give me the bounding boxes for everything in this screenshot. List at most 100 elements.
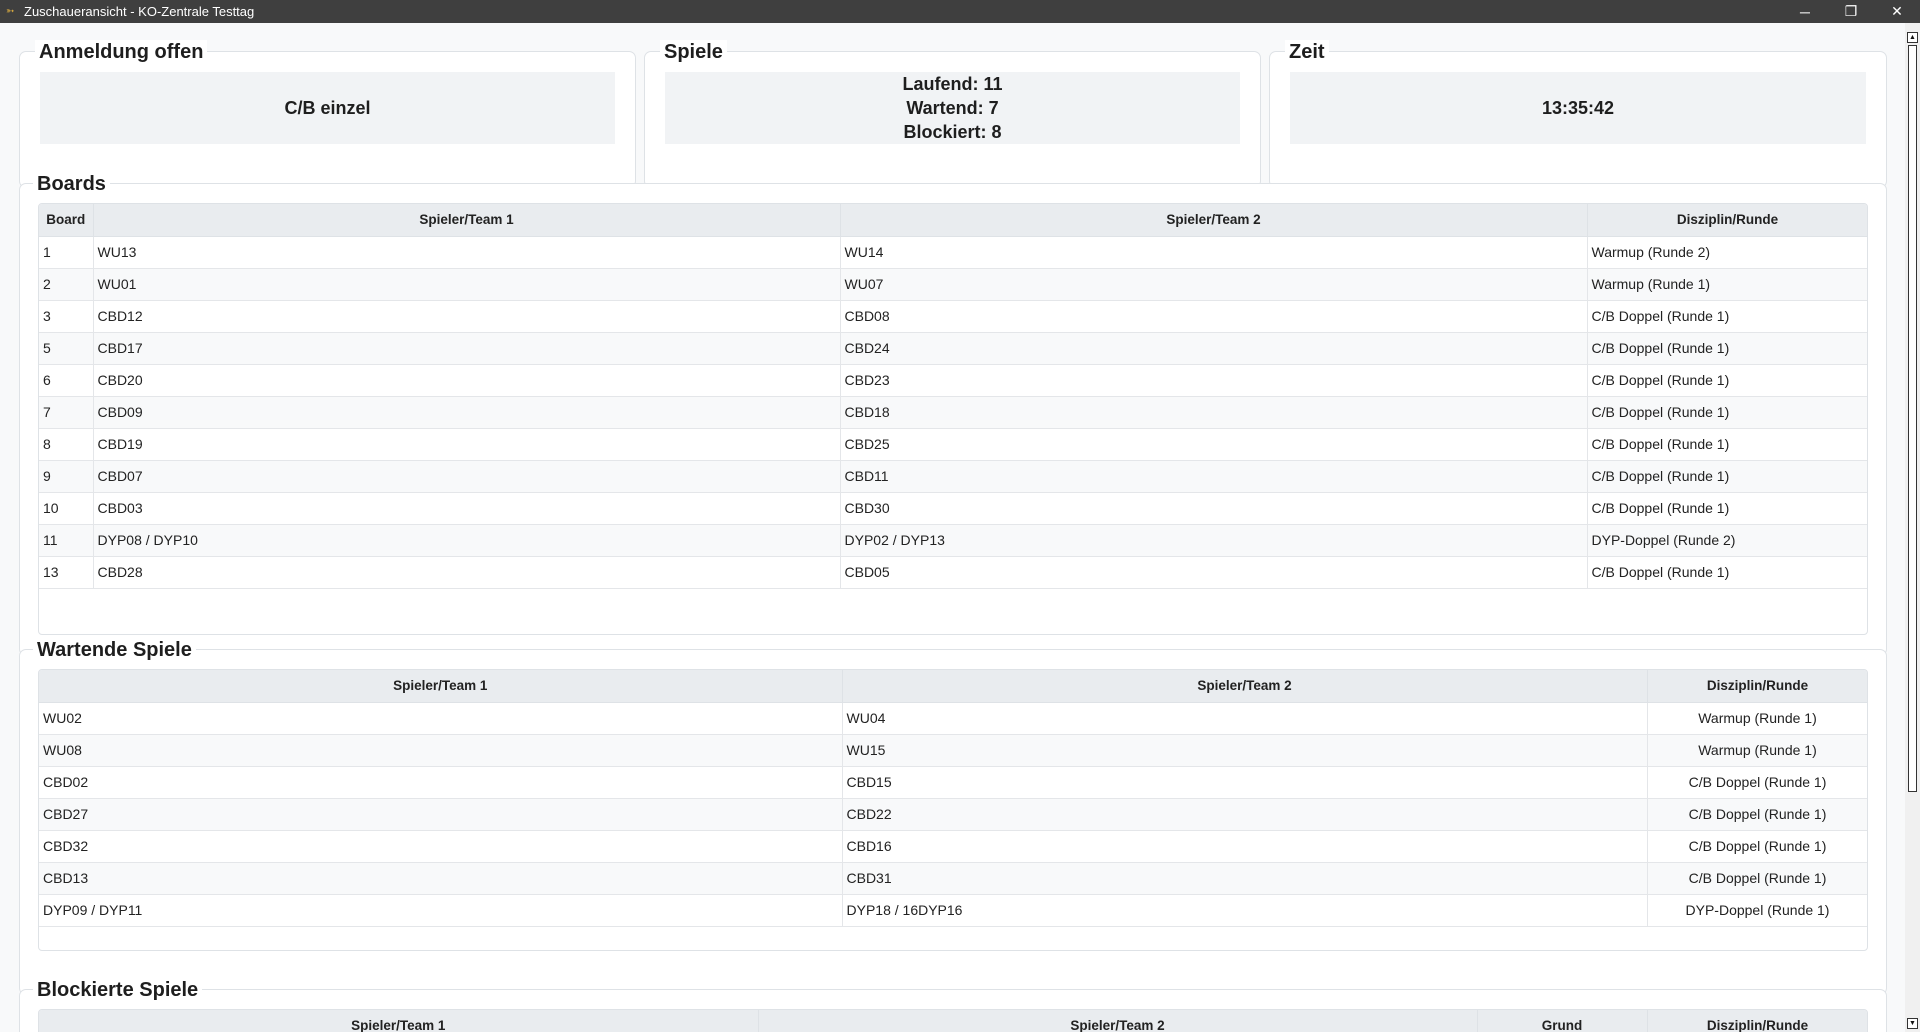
table-row[interactable]: 11 DYP08 / DYP10 DYP02 / DYP13 DYP-Doppel (…	[39, 524, 1867, 557]
table-row[interactable]: CBD13 CBD31 C/B Doppel (Runde 1)	[39, 862, 1867, 895]
table-row[interactable]: WU02 WU04 Warmup (Runde 1)	[39, 702, 1867, 735]
column-header-team2[interactable]: Spieler/Team 2	[842, 670, 1648, 703]
registration-value-box: C/B einzel	[40, 72, 615, 144]
blocked-title: Blockierte Spiele	[33, 978, 203, 1002]
table-cell: 7	[39, 396, 94, 429]
table-cell: CBD32	[39, 830, 843, 863]
table-cell: DYP-Doppel (Runde 1)	[1647, 894, 1867, 927]
table-cell: C/B Doppel (Runde 1)	[1647, 766, 1867, 799]
waiting-panel: Wartende Spiele Spieler/Team 1 Spieler/T…	[19, 638, 1887, 995]
table-cell: CBD16	[842, 830, 1648, 863]
column-header-team2[interactable]: Spieler/Team 2	[840, 204, 1588, 237]
table-row[interactable]: 5 CBD17 CBD24 C/B Doppel (Runde 1)	[39, 332, 1867, 365]
boards-panel: Boards Board Spieler/Team 1 Spieler/Team…	[19, 172, 1887, 656]
table-cell: WU08	[39, 734, 843, 767]
window-controls: ─ ❐ ✕	[1782, 0, 1920, 23]
table-cell: 8	[39, 428, 94, 461]
table-row[interactable]: CBD02 CBD15 C/B Doppel (Runde 1)	[39, 766, 1867, 799]
table-cell: WU01	[93, 268, 841, 301]
waiting-table-body: WU02 WU04 Warmup (Runde 1) WU08 WU15 Warmup (…	[39, 702, 1867, 927]
table-row[interactable]: 2 WU01 WU07 Warmup (Runde 1)	[39, 268, 1867, 301]
vertical-scrollbar[interactable]: ▲ ▼	[1905, 23, 1920, 1032]
table-cell: WU13	[93, 236, 841, 269]
boards-table-wrapper[interactable]: Board Spieler/Team 1 Spieler/Team 2 Disz…	[38, 203, 1868, 635]
table-row[interactable]: 10 CBD03 CBD30 C/B Doppel (Runde 1)	[39, 492, 1867, 525]
table-cell: WU02	[39, 702, 843, 735]
table-cell: 6	[39, 364, 94, 397]
table-row[interactable]: CBD32 CBD16 C/B Doppel (Runde 1)	[39, 830, 1867, 863]
table-cell: CBD11	[840, 460, 1588, 493]
registration-value: C/B einzel	[284, 98, 371, 118]
table-cell: CBD12	[93, 300, 841, 333]
table-cell: 1	[39, 236, 94, 269]
table-cell: CBD08	[840, 300, 1588, 333]
table-cell: CBD03	[93, 492, 841, 525]
blocked-header-row: Spieler/Team 1 Spieler/Team 2 Grund Disz…	[39, 1010, 1867, 1032]
table-row[interactable]: 13 CBD28 CBD05 C/B Doppel (Runde 1)	[39, 556, 1867, 589]
games-waiting: Wartend: 7	[906, 98, 999, 118]
table-row[interactable]: 6 CBD20 CBD23 C/B Doppel (Runde 1)	[39, 364, 1867, 397]
table-cell: WU07	[840, 268, 1588, 301]
table-cell: CBD28	[93, 556, 841, 589]
title-bar: ➳ Zuschaueransicht - KO-Zentrale Testtag…	[0, 0, 1920, 23]
close-button[interactable]: ✕	[1874, 0, 1920, 23]
table-row[interactable]: 8 CBD19 CBD25 C/B Doppel (Runde 1)	[39, 428, 1867, 461]
table-row[interactable]: 3 CBD12 CBD08 C/B Doppel (Runde 1)	[39, 300, 1867, 333]
window-title: Zuschaueransicht - KO-Zentrale Testtag	[24, 4, 255, 19]
scroll-thumb[interactable]	[1908, 45, 1917, 792]
table-cell: Warmup (Runde 1)	[1587, 268, 1867, 301]
minimize-button[interactable]: ─	[1782, 0, 1828, 23]
waiting-title: Wartende Spiele	[33, 638, 196, 662]
app-icon: ➳	[6, 5, 15, 17]
column-header-discipline[interactable]: Disziplin/Runde	[1647, 670, 1867, 703]
registration-panel: Anmeldung offen C/B einzel	[19, 40, 636, 188]
table-row[interactable]: CBD27 CBD22 C/B Doppel (Runde 1)	[39, 798, 1867, 831]
table-row[interactable]: 9 CBD07 CBD11 C/B Doppel (Runde 1)	[39, 460, 1867, 493]
table-cell: WU04	[842, 702, 1648, 735]
table-cell: CBD18	[840, 396, 1588, 429]
time-title: Zeit	[1285, 40, 1329, 64]
blocked-table-wrapper[interactable]: Spieler/Team 1 Spieler/Team 2 Grund Disz…	[38, 1009, 1868, 1032]
clock-box: 13:35:42	[1290, 72, 1866, 144]
table-cell: CBD07	[93, 460, 841, 493]
column-header-discipline[interactable]: Disziplin/Runde	[1647, 1010, 1867, 1032]
waiting-table: Spieler/Team 1 Spieler/Team 2 Disziplin/…	[39, 670, 1867, 927]
table-cell: C/B Doppel (Runde 1)	[1587, 396, 1867, 429]
table-cell: 2	[39, 268, 94, 301]
table-cell: C/B Doppel (Runde 1)	[1647, 862, 1867, 895]
table-cell: 5	[39, 332, 94, 365]
column-header-team2[interactable]: Spieler/Team 2	[758, 1010, 1478, 1032]
table-cell: C/B Doppel (Runde 1)	[1587, 556, 1867, 589]
boards-title: Boards	[33, 172, 110, 196]
table-cell: DYP-Doppel (Runde 2)	[1587, 524, 1867, 557]
maximize-button[interactable]: ❐	[1828, 0, 1874, 23]
column-header-team1[interactable]: Spieler/Team 1	[39, 1010, 759, 1032]
scroll-up-icon[interactable]: ▲	[1907, 32, 1918, 43]
table-cell: Warmup (Runde 1)	[1647, 734, 1867, 767]
table-cell: CBD23	[840, 364, 1588, 397]
table-row[interactable]: DYP09 / DYP11 DYP18 / 16DYP16 DYP-Doppel (…	[39, 894, 1867, 927]
table-cell: 10	[39, 492, 94, 525]
column-header-reason[interactable]: Grund	[1477, 1010, 1648, 1032]
scroll-down-icon[interactable]: ▼	[1907, 1018, 1918, 1029]
table-cell: DYP08 / DYP10	[93, 524, 841, 557]
table-cell: 3	[39, 300, 94, 333]
table-cell: Warmup (Runde 2)	[1587, 236, 1867, 269]
games-running: Laufend: 11	[902, 74, 1003, 94]
waiting-table-wrapper[interactable]: Spieler/Team 1 Spieler/Team 2 Disziplin/…	[38, 669, 1868, 951]
games-panel: Spiele Laufend: 11 Wartend: 7 Blockiert:…	[644, 40, 1261, 188]
table-row[interactable]: WU08 WU15 Warmup (Runde 1)	[39, 734, 1867, 767]
column-header-board[interactable]: Board	[39, 204, 94, 237]
column-header-discipline[interactable]: Disziplin/Runde	[1587, 204, 1867, 237]
column-header-team1[interactable]: Spieler/Team 1	[39, 670, 843, 703]
table-cell: CBD19	[93, 428, 841, 461]
table-row[interactable]: 1 WU13 WU14 Warmup (Runde 2)	[39, 236, 1867, 269]
column-header-team1[interactable]: Spieler/Team 1	[93, 204, 841, 237]
table-row[interactable]: 7 CBD09 CBD18 C/B Doppel (Runde 1)	[39, 396, 1867, 429]
blocked-panel: Blockierte Spiele Spieler/Team 1 Spieler…	[19, 978, 1887, 1032]
table-cell: CBD30	[840, 492, 1588, 525]
table-cell: CBD24	[840, 332, 1588, 365]
boards-header-row: Board Spieler/Team 1 Spieler/Team 2 Disz…	[39, 204, 1867, 237]
table-cell: C/B Doppel (Runde 1)	[1587, 428, 1867, 461]
main-content: Anmeldung offen C/B einzel Spiele Laufen…	[0, 23, 1905, 1032]
